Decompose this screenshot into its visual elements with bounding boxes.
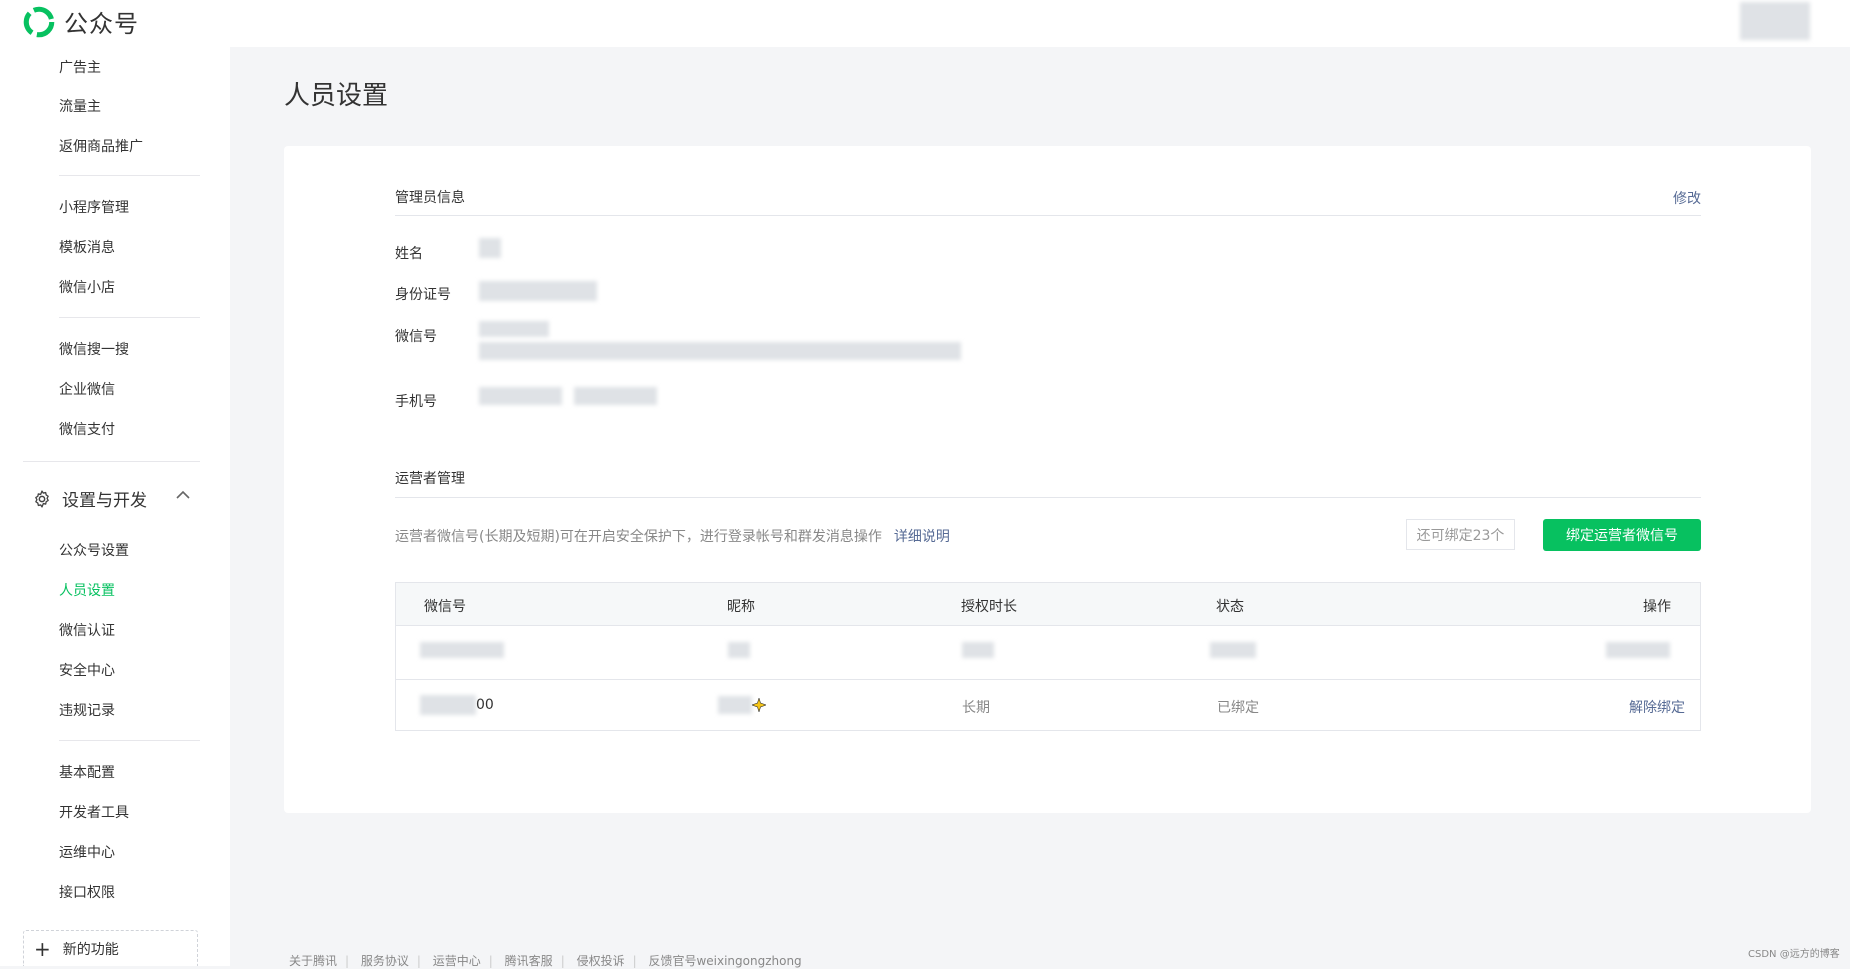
nickname-masked: [728, 642, 750, 658]
wechat-masked: [420, 642, 504, 658]
app-logo[interactable]: 公众号: [22, 4, 139, 39]
new-feature-label: 新的功能: [62, 941, 119, 958]
sidebar-item-publisher[interactable]: 流量主: [59, 96, 101, 116]
sidebar-item-dev-tools[interactable]: 开发者工具: [59, 802, 129, 822]
status-masked: [1210, 642, 1256, 658]
phone-value-masked: [479, 387, 562, 405]
sidebar-item-staff-settings[interactable]: 人员设置: [59, 580, 115, 600]
name-label: 姓名: [395, 246, 423, 262]
sidebar-item-wechat-pay[interactable]: 微信支付: [59, 419, 115, 439]
sparkle-emoji-icon: [752, 698, 766, 712]
sidebar-divider: [59, 317, 200, 318]
chevron-up-icon[interactable]: [175, 490, 191, 500]
wechat-suffix: 00: [476, 697, 494, 713]
column-header-nickname: 昵称: [727, 599, 755, 615]
column-header-duration: 授权时长: [961, 599, 1017, 615]
sidebar-item-violations[interactable]: 违规记录: [59, 700, 115, 720]
table-row: 00 长期 已绑定 解除绑定: [396, 680, 1700, 733]
status-value: 已绑定: [1217, 700, 1259, 716]
operators-description: 运营者微信号(长期及短期)可在开启安全保护下，进行登录帐号和群发消息操作 详细说明: [395, 526, 950, 546]
column-header-action: 操作: [1643, 599, 1671, 615]
top-bar: 公众号: [0, 0, 1850, 47]
sidebar-item-work-wechat[interactable]: 企业微信: [59, 379, 115, 399]
table-header: 微信号 昵称 授权时长 状态 操作: [396, 583, 1700, 626]
unbind-link[interactable]: 解除绑定: [1629, 697, 1685, 717]
operators-table: 微信号 昵称 授权时长 状态 操作 00 长期 已绑定 解除绑定: [395, 582, 1701, 731]
sidebar-item-wechat-shop[interactable]: 微信小店: [59, 277, 115, 297]
phone-extra-masked: [574, 387, 657, 405]
operators-section-title: 运营者管理: [395, 471, 465, 487]
remaining-count: 还可绑定23个: [1406, 519, 1515, 550]
wechat-official-logo-icon: [23, 6, 55, 37]
footer: 关于腾讯 | 服务协议 | 运营中心 | 腾讯客服 | 侵权投诉 | 反馈官号weixin…: [289, 952, 810, 969]
bind-operator-button[interactable]: 绑定运营者微信号: [1543, 519, 1701, 551]
main-card: 管理员信息 修改 姓名 身份证号 微信号 手机号 运营者管理 运营者微信号(长期…: [284, 146, 1811, 813]
id-card-label: 身份证号: [395, 287, 451, 303]
wechat-prefix-masked: [420, 695, 476, 715]
gear-icon: [35, 489, 49, 508]
sidebar-item-basic-config[interactable]: 基本配置: [59, 762, 115, 782]
id-card-value-masked: [479, 281, 597, 301]
watermark: CSDN @远方的博客: [1748, 949, 1840, 960]
sidebar-section-settings[interactable]: 设置与开发: [32, 486, 147, 511]
sidebar-divider: [59, 175, 200, 176]
action-masked[interactable]: [1606, 642, 1670, 658]
sidebar-item-ops-center[interactable]: 运维中心: [59, 842, 115, 862]
avatar[interactable]: [1740, 2, 1810, 40]
app-name: 公众号: [64, 10, 139, 38]
name-value-masked: [479, 238, 501, 258]
wechat-value-masked: [479, 321, 549, 337]
sidebar-divider: [59, 740, 200, 741]
operators-description-text: 运营者微信号(长期及短期)可在开启安全保护下，进行登录帐号和群发消息操作: [395, 529, 882, 545]
nickname-masked: [718, 696, 752, 714]
sidebar-item-security[interactable]: 安全中心: [59, 660, 115, 680]
admin-section-title: 管理员信息: [395, 190, 465, 206]
sidebar-item-advertiser[interactable]: 广告主: [59, 57, 101, 77]
sidebar-item-account-settings[interactable]: 公众号设置: [59, 540, 129, 560]
duration-masked: [962, 642, 994, 658]
table-row: [396, 626, 1700, 680]
sidebar-item-verification[interactable]: 微信认证: [59, 620, 115, 640]
page-title: 人员设置: [284, 81, 389, 111]
sidebar-item-api-permissions[interactable]: 接口权限: [59, 882, 115, 902]
sidebar-divider: [23, 461, 200, 462]
wechat-label: 微信号: [395, 329, 437, 345]
detail-link[interactable]: 详细说明: [894, 529, 950, 545]
column-header-wechat: 微信号: [424, 599, 466, 615]
sidebar-item-template-msg[interactable]: 模板消息: [59, 237, 115, 257]
edit-admin-link[interactable]: 修改: [1673, 188, 1701, 208]
plus-icon: +: [34, 936, 51, 961]
sidebar-item-commission[interactable]: 返佣商品推广: [59, 136, 143, 156]
column-header-status: 状态: [1216, 599, 1244, 615]
phone-label: 手机号: [395, 394, 437, 410]
section-divider: [395, 497, 1701, 498]
sidebar-item-miniprogram[interactable]: 小程序管理: [59, 197, 129, 217]
section-divider: [395, 215, 1701, 216]
sidebar-item-search[interactable]: 微信搜一搜: [59, 339, 129, 359]
wechat-note-masked: [479, 342, 961, 360]
duration-value: 长期: [962, 700, 990, 716]
sidebar-section-label: 设置与开发: [62, 491, 147, 511]
new-feature-button[interactable]: + 新的功能: [23, 930, 198, 966]
